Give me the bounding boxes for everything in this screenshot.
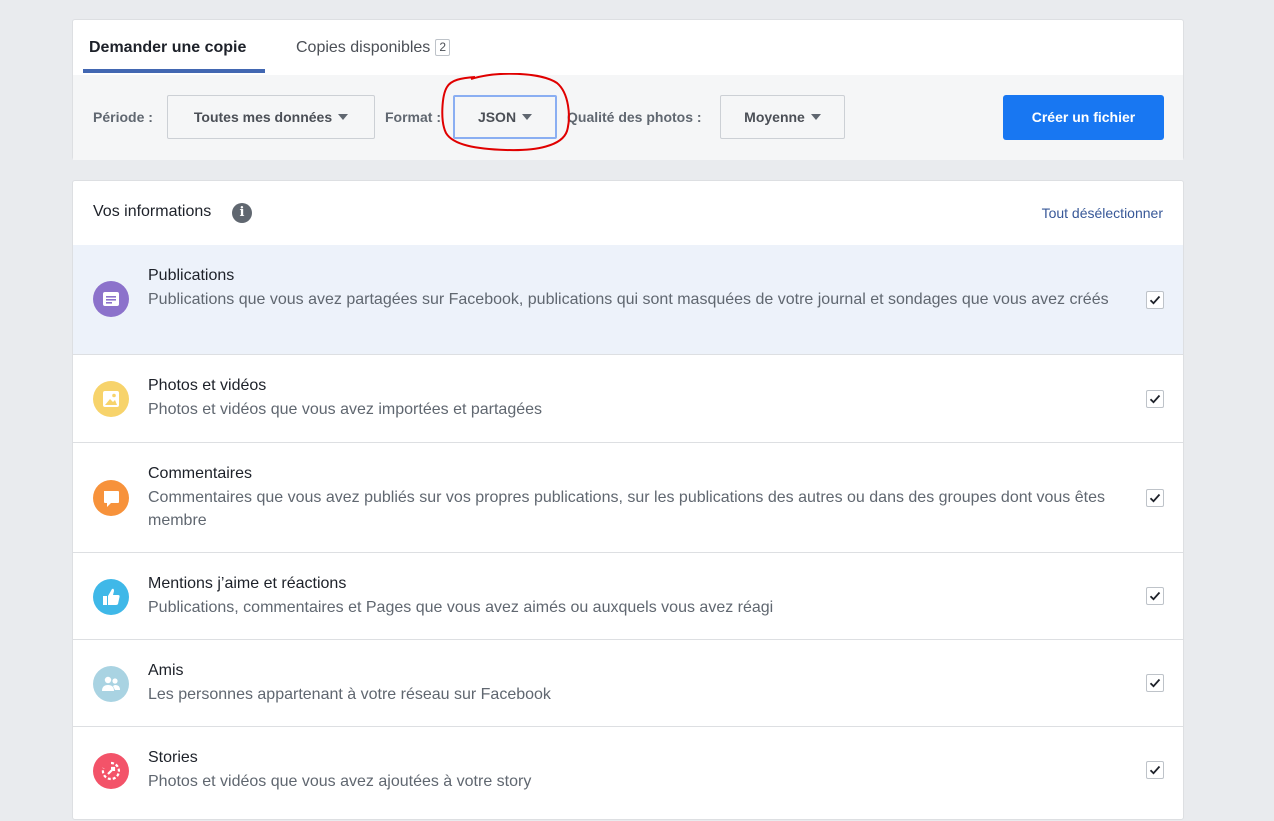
photo-quality-label: Qualité des photos : xyxy=(567,109,702,125)
format-label: Format : xyxy=(385,109,441,125)
photos-icon xyxy=(93,381,129,417)
tab-bar: Demander une copie Copies disponibles 2 xyxy=(73,20,1183,76)
like-icon xyxy=(93,579,129,615)
item-title: Photos et vidéos xyxy=(148,377,267,394)
info-icon[interactable]: i xyxy=(232,203,252,223)
caret-down-icon xyxy=(810,114,821,120)
item-description: Publications, commentaires et Pages que … xyxy=(148,599,774,616)
list-item-friends[interactable]: Amis Les personnes appartenant à votre r… xyxy=(73,640,1183,727)
tab-request-copy[interactable]: Demander une copie xyxy=(89,20,246,75)
stories-icon xyxy=(93,753,129,789)
item-description: Photos et vidéos que vous avez importées… xyxy=(148,401,543,418)
item-title: Amis xyxy=(148,662,184,679)
caret-down-icon xyxy=(522,114,533,120)
item-checkbox[interactable] xyxy=(1146,489,1164,507)
photo-quality-value: Moyenne xyxy=(744,109,805,125)
checkmark-icon xyxy=(1149,678,1161,688)
caret-down-icon xyxy=(338,114,349,120)
export-options-toolbar: Période : Toutes mes données Format : JS… xyxy=(73,75,1183,160)
your-information-card: Vos informations i Tout désélectionner P… xyxy=(72,180,1184,820)
item-description: Photos et vidéos que vous avez ajoutées … xyxy=(148,773,532,790)
item-description: Les personnes appartenant à votre réseau… xyxy=(148,686,551,703)
deselect-all-link[interactable]: Tout désélectionner xyxy=(1042,205,1163,221)
item-title: Stories xyxy=(148,749,198,766)
list-item-comments[interactable]: Commentaires Commentaires que vous avez … xyxy=(73,443,1183,553)
info-title: Vos informations xyxy=(93,203,212,220)
tab-available-copies-label: Copies disponibles xyxy=(296,39,431,56)
tab-request-copy-label: Demander une copie xyxy=(89,39,247,56)
checkmark-icon xyxy=(1149,765,1161,775)
checkmark-icon xyxy=(1149,591,1161,601)
checkmark-icon xyxy=(1149,295,1161,305)
tab-available-copies[interactable]: Copies disponibles 2 xyxy=(296,20,450,75)
photo-quality-dropdown[interactable]: Moyenne xyxy=(720,95,845,139)
download-settings-card: Demander une copie Copies disponibles 2 P… xyxy=(72,19,1184,160)
checkmark-icon xyxy=(1149,493,1161,503)
period-dropdown[interactable]: Toutes mes données xyxy=(167,95,375,139)
item-checkbox[interactable] xyxy=(1146,761,1164,779)
item-checkbox[interactable] xyxy=(1146,291,1164,309)
format-dropdown[interactable]: JSON xyxy=(453,95,557,139)
item-checkbox[interactable] xyxy=(1146,674,1164,692)
period-value: Toutes mes données xyxy=(193,109,333,125)
active-tab-indicator xyxy=(83,69,265,73)
posts-icon xyxy=(93,281,129,317)
item-checkbox[interactable] xyxy=(1146,587,1164,605)
item-checkbox[interactable] xyxy=(1146,390,1164,408)
list-item-likes-reactions[interactable]: Mentions j’aime et réactions Publication… xyxy=(73,553,1183,640)
format-value: JSON xyxy=(477,109,517,125)
comment-icon xyxy=(93,480,129,516)
list-item-stories[interactable]: Stories Photos et vidéos que vous avez a… xyxy=(73,727,1183,821)
item-title: Commentaires xyxy=(148,465,253,482)
create-file-button[interactable]: Créer un fichier xyxy=(1003,95,1164,140)
item-description: Commentaires que vous avez publiés sur v… xyxy=(148,489,1105,529)
checkmark-icon xyxy=(1149,394,1161,404)
list-item-photos-videos[interactable]: Photos et vidéos Photos et vidéos que vo… xyxy=(73,355,1183,443)
item-title: Publications xyxy=(148,267,235,284)
available-copies-count-badge: 2 xyxy=(435,39,450,56)
list-item-publications[interactable]: Publications Publications que vous avez … xyxy=(73,245,1183,355)
friends-icon xyxy=(93,666,129,702)
item-description: Publications que vous avez partagées sur… xyxy=(148,291,1109,308)
period-label: Période : xyxy=(93,109,153,125)
item-title: Mentions j’aime et réactions xyxy=(148,575,347,592)
info-header: Vos informations i Tout désélectionner xyxy=(73,181,1183,246)
